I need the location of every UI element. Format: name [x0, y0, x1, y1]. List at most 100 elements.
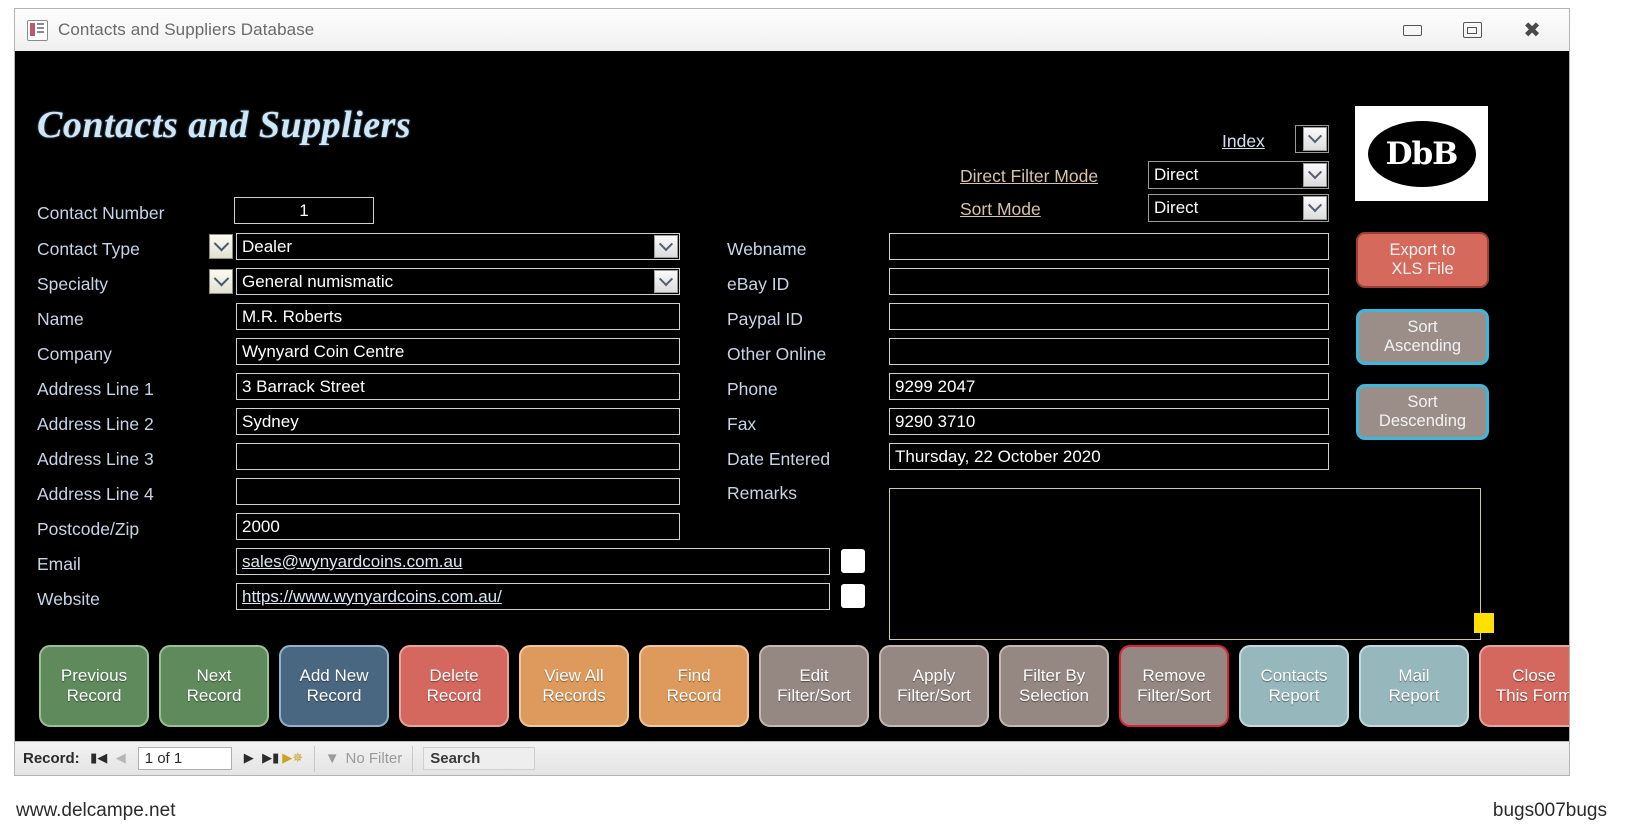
filter-status-text: No Filter: [345, 750, 403, 767]
logo-oval: DbB: [1367, 120, 1476, 187]
label-company: Company: [37, 344, 112, 364]
field-phone[interactable]: 9299 2047: [889, 373, 1329, 400]
find-record-line2: Record: [666, 686, 722, 705]
close-button[interactable]: ✖: [1519, 17, 1545, 43]
export-to-xls-button[interactable]: Export to XLS File: [1356, 232, 1489, 288]
field-website[interactable]: https://www.wynyardcoins.com.au/: [236, 583, 830, 610]
contacts-report-button[interactable]: Contacts Report: [1239, 645, 1349, 727]
field-address-line-2[interactable]: Sydney: [236, 408, 680, 435]
status-divider: [313, 745, 315, 772]
field-company[interactable]: Wynyard Coin Centre: [236, 338, 680, 365]
previous-record-icon[interactable]: ◀: [110, 748, 132, 770]
search-input[interactable]: Search: [423, 747, 536, 770]
mail-report-button[interactable]: Mail Report: [1359, 645, 1469, 727]
field-contact-number[interactable]: 1: [234, 197, 374, 224]
website-checkbox[interactable]: [841, 584, 865, 608]
label-other-online: Other Online: [727, 344, 827, 364]
sort-ascending-button[interactable]: Sort Ascending: [1356, 309, 1489, 365]
edit-filter-sort-button[interactable]: Edit Filter/Sort: [759, 645, 869, 727]
close-this-form-line1: Close: [1512, 665, 1556, 685]
record-label: Record:: [23, 750, 80, 767]
last-record-icon[interactable]: ▶▮: [260, 748, 282, 770]
field-postcode-zip[interactable]: 2000: [236, 513, 680, 540]
sort-mode-combo[interactable]: Direct: [1148, 194, 1329, 222]
direct-filter-mode-combo[interactable]: Direct: [1148, 161, 1329, 189]
mail-report-line2: Report: [1388, 686, 1440, 705]
delete-record-line2: Record: [426, 686, 482, 705]
remove-filter-sort-line1: Remove: [1142, 665, 1206, 685]
value-specialty: General numismatic: [242, 271, 394, 291]
chevron-down-icon[interactable]: [1303, 196, 1327, 220]
window-title: Contacts and Suppliers Database: [58, 20, 315, 39]
contacts-report-line2: Report: [1268, 686, 1320, 705]
field-address-line-3[interactable]: [236, 443, 680, 470]
restore-button[interactable]: [1459, 17, 1485, 43]
field-fax[interactable]: 9290 3710: [889, 408, 1329, 435]
application-window: Contacts and Suppliers Database ✖ Contac…: [14, 8, 1570, 776]
field-contact-type[interactable]: Dealer: [236, 233, 680, 260]
sort-descending-line2: Descending: [1378, 412, 1467, 430]
add-new-record-button[interactable]: Add New Record: [279, 645, 389, 727]
next-record-button[interactable]: Next Record: [159, 645, 269, 727]
field-remarks[interactable]: [889, 488, 1481, 640]
next-record-line1: Next: [196, 665, 232, 685]
chevron-down-icon[interactable]: [209, 234, 233, 259]
first-record-icon[interactable]: ▮◀: [88, 748, 110, 770]
new-record-icon[interactable]: ▶✵: [282, 748, 304, 770]
delete-record-button[interactable]: Delete Record: [399, 645, 509, 727]
window-controls: ✖: [1399, 17, 1563, 43]
email-checkbox[interactable]: [841, 549, 865, 573]
field-address-line-1[interactable]: 3 Barrack Street: [236, 373, 680, 400]
minimize-button[interactable]: [1399, 17, 1425, 43]
chevron-down-icon[interactable]: [654, 270, 678, 293]
field-name[interactable]: M.R. Roberts: [236, 303, 680, 330]
edit-filter-sort-line1: Edit: [799, 665, 829, 685]
filter-status[interactable]: ▼ No Filter: [325, 750, 403, 767]
chevron-down-icon[interactable]: [654, 235, 678, 258]
logo-text: DbB: [1385, 135, 1459, 172]
action-button-row: Previous Record Next Record Add New Reco…: [39, 645, 1569, 727]
chevron-down-icon[interactable]: [209, 269, 233, 294]
remove-filter-sort-button[interactable]: Remove Filter/Sort: [1119, 645, 1229, 727]
previous-record-line1: Previous: [60, 665, 128, 685]
add-new-record-line2: Record: [306, 686, 362, 705]
close-this-form-button[interactable]: Close This Form: [1479, 645, 1569, 727]
field-paypal-id[interactable]: [889, 303, 1329, 330]
company-logo: DbB: [1355, 106, 1488, 201]
field-other-online[interactable]: [889, 338, 1329, 365]
find-record-button[interactable]: Find Record: [639, 645, 749, 727]
status-divider: [412, 745, 414, 772]
field-webname[interactable]: [889, 233, 1329, 260]
value-email: sales@wynyardcoins.com.au: [242, 551, 463, 571]
sort-descending-button[interactable]: Sort Descending: [1356, 384, 1489, 440]
label-address-line-4: Address Line 4: [37, 484, 154, 504]
next-record-line2: Record: [186, 686, 242, 705]
field-specialty[interactable]: General numismatic: [236, 268, 680, 295]
label-contact-type: Contact Type: [37, 239, 140, 259]
field-ebay-id[interactable]: [889, 268, 1329, 295]
watermark-right: bugs007bugs: [1492, 800, 1607, 821]
field-address-line-4[interactable]: [236, 478, 680, 505]
value-fax: 9290 3710: [895, 411, 976, 431]
label-fax: Fax: [727, 414, 757, 434]
watermark-left: www.delcampe.net: [16, 800, 176, 821]
export-to-xls-line1: Export to: [1389, 240, 1456, 259]
field-email[interactable]: sales@wynyardcoins.com.au: [236, 548, 830, 575]
apply-filter-sort-line1: Apply: [912, 665, 956, 685]
view-all-records-button[interactable]: View All Records: [519, 645, 629, 727]
label-remarks: Remarks: [727, 483, 798, 503]
index-combo[interactable]: [1295, 125, 1329, 153]
field-date-entered[interactable]: Thursday, 22 October 2020: [889, 443, 1329, 470]
chevron-down-icon[interactable]: [1303, 163, 1327, 187]
previous-record-button[interactable]: Previous Record: [39, 645, 149, 727]
apply-filter-sort-button[interactable]: Apply Filter/Sort: [879, 645, 989, 727]
filter-by-selection-button[interactable]: Filter By Selection: [999, 645, 1109, 727]
remarks-flag-indicator[interactable]: [1474, 613, 1494, 633]
next-record-icon[interactable]: ▶: [238, 748, 260, 770]
label-specialty: Specialty: [37, 274, 109, 294]
filter-by-selection-line2: Selection: [1019, 686, 1089, 705]
index-label: Index: [1222, 131, 1265, 151]
label-paypal-id: Paypal ID: [727, 309, 803, 329]
record-position-input[interactable]: 1 of 1: [137, 747, 232, 770]
chevron-down-icon[interactable]: [1303, 127, 1327, 151]
